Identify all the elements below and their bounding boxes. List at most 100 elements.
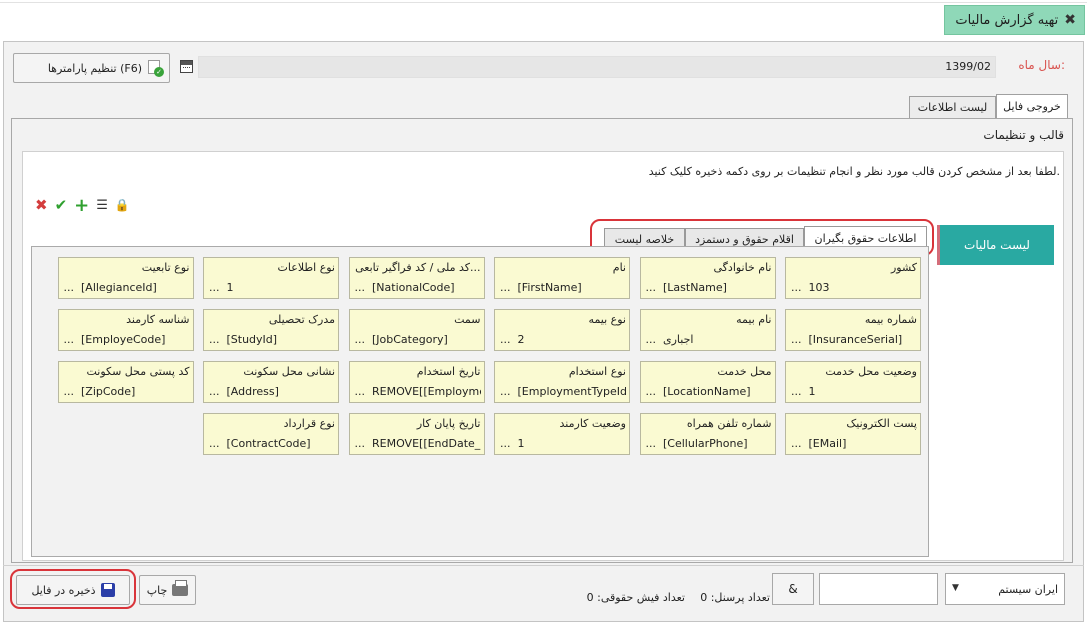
field-card[interactable]: شماره بیمه... [InsuranceSerial] (785, 309, 921, 351)
delete-icon[interactable]: ✖ (35, 196, 48, 214)
field-value-text: [EmploymentTypeId] (517, 385, 627, 398)
field-card[interactable]: شماره تلفن همراه... [CellularPhone] (639, 413, 776, 455)
field-card[interactable]: کد ملی / کد فراگیر تابعی...... [National… (348, 257, 485, 299)
page-tab-title: تهیه گزارش مالیات (955, 12, 1059, 28)
field-card[interactable]: نام بیمه... اجباری (639, 309, 776, 351)
field-value: ... 2 (500, 333, 626, 346)
field-card[interactable]: کد پستی محل سکونت... [ZipCode] (57, 361, 194, 403)
field-card[interactable]: نوع قرارداد... [ContractCode] (203, 413, 339, 455)
field-ellipsis[interactable]: ... (646, 281, 657, 294)
field-value: ... [LocationName] (646, 385, 772, 398)
field-label: نوع تابعیت (141, 261, 190, 274)
check-icon[interactable]: ✔ (55, 196, 68, 214)
field-value-text: REMOVE[[Employme (372, 385, 481, 398)
filter-input[interactable] (819, 573, 938, 605)
field-ellipsis[interactable]: ... (64, 385, 75, 398)
field-value: ... REMOVE[[EndDate_S (355, 437, 481, 450)
field-card[interactable]: تاریخ پایان کار... REMOVE[[EndDate_S (348, 413, 485, 455)
field-ellipsis[interactable]: ... (646, 385, 657, 398)
page-tab-tax-report[interactable]: تهیه گزارش مالیات ✖ (944, 5, 1085, 35)
settings-parameters-button[interactable]: تنظیم پارامترها (F6) ✓ (13, 53, 170, 83)
sidebar-item-tax-list[interactable]: لیست مالیات (937, 225, 1054, 265)
field-ellipsis[interactable]: ... (791, 281, 802, 294)
field-value: ... [JobCategory] (355, 333, 481, 346)
section-title: قالب و تنظیمات (983, 128, 1064, 142)
field-label: نوع قرارداد (283, 417, 335, 430)
field-ellipsis[interactable]: ... (791, 333, 802, 346)
field-card[interactable]: نشانی محل سکونت ... [Address] (203, 361, 339, 403)
field-value-text: [FirstName] (517, 281, 582, 294)
field-value-text: 2 (517, 333, 525, 346)
field-value-text: 1 (226, 281, 234, 294)
field-label: شماره تلفن همراه (686, 417, 772, 430)
field-card[interactable]: نام خانوادگی... [LastName] (639, 257, 776, 299)
field-value-text: 103 (808, 281, 830, 294)
field-ellipsis[interactable]: ... (355, 437, 366, 450)
field-ellipsis[interactable]: ... (646, 437, 657, 450)
field-label: نشانی محل سکونت (243, 365, 335, 378)
field-ellipsis[interactable]: ... (64, 333, 75, 346)
field-card[interactable]: پست الکترونیک... [EMail] (785, 413, 921, 455)
field-card[interactable]: کشور... 103 (785, 257, 921, 299)
calendar-icon[interactable] (180, 60, 193, 73)
field-card[interactable]: مدرک تحصیلی... [StudyId] (203, 309, 339, 351)
field-ellipsis[interactable]: ... (646, 333, 657, 346)
field-value: ... REMOVE[[Employme (355, 385, 481, 398)
field-value-text: REMOVE[[EndDate_S (372, 437, 481, 450)
field-value-text: [JobCategory] (372, 333, 448, 346)
year-month-label: سال ماه: (1018, 58, 1065, 72)
field-value: ... 103 (791, 281, 917, 294)
field-card[interactable]: نوع تابعیت... [AllegianceId] (57, 257, 194, 299)
field-card[interactable]: محل خدمت... [LocationName] (639, 361, 776, 403)
field-label: نام بیمه (736, 313, 772, 326)
field-value: ... [Address] (209, 385, 335, 398)
field-label: کد ملی / کد فراگیر تابعی... (355, 261, 481, 274)
field-ellipsis[interactable]: ... (791, 437, 802, 450)
field-ellipsis[interactable]: ... (791, 385, 802, 398)
print-button[interactable]: چاپ (139, 575, 196, 605)
year-month-field[interactable]: 1399/02 (198, 56, 996, 78)
field-ellipsis[interactable]: ... (500, 281, 511, 294)
field-ellipsis[interactable]: ... (209, 281, 220, 294)
system-select[interactable]: ایران سیستم ▼ (945, 573, 1065, 605)
list-icon[interactable]: ☰ (96, 198, 108, 213)
close-icon[interactable]: ✖ (1064, 12, 1076, 28)
field-value-text: [ContractCode] (226, 437, 311, 450)
field-card[interactable]: نوع اطلاعات... 1 (203, 257, 339, 299)
tab-info-list[interactable]: لیست اطلاعات (909, 96, 996, 118)
field-ellipsis[interactable]: ... (209, 385, 220, 398)
tab-file-output[interactable]: خروجی فایل (996, 94, 1068, 118)
ampersand-button[interactable]: & (772, 573, 814, 605)
field-ellipsis[interactable]: ... (64, 281, 75, 294)
personnel-count: تعداد پرسنل: 0 (700, 591, 770, 604)
field-ellipsis[interactable]: ... (355, 385, 366, 398)
field-value: ... [CellularPhone] (646, 437, 772, 450)
field-value: ... [ZipCode] (64, 385, 190, 398)
field-card[interactable]: شناسه کارمند... [EmployeCode] (57, 309, 194, 351)
field-ellipsis[interactable]: ... (209, 333, 220, 346)
lock-icon[interactable]: 🔒 (115, 198, 130, 212)
field-ellipsis[interactable]: ... (500, 333, 511, 346)
field-value-text: اجباری (663, 333, 694, 346)
field-card[interactable]: نوع بیمه... 2 (494, 309, 630, 351)
field-card[interactable]: وضعیت محل خدمت... 1 (785, 361, 921, 403)
field-ellipsis[interactable]: ... (500, 437, 511, 450)
field-value-text: [EMail] (808, 437, 847, 450)
field-ellipsis[interactable]: ... (355, 333, 366, 346)
field-value-text: [CellularPhone] (663, 437, 748, 450)
chevron-down-icon[interactable]: ▼ (952, 583, 959, 593)
add-icon[interactable]: + (74, 195, 89, 216)
field-value: ... 1 (209, 281, 335, 294)
field-card[interactable]: سمت... [JobCategory] (348, 309, 485, 351)
field-value-text: [LastName] (663, 281, 727, 294)
field-card[interactable]: تاریخ استخدام... REMOVE[[Employme (348, 361, 485, 403)
field-ellipsis[interactable]: ... (500, 385, 511, 398)
field-ellipsis[interactable]: ... (209, 437, 220, 450)
field-card[interactable]: نام... [FirstName] (494, 257, 630, 299)
field-card[interactable]: نوع استخدام... [EmploymentTypeId] (494, 361, 630, 403)
field-card[interactable]: وضعیت کارمند... 1 (494, 413, 630, 455)
settings-parameters-label: تنظیم پارامترها (F6) (47, 61, 142, 75)
field-ellipsis[interactable]: ... (355, 281, 366, 294)
field-value: ... [EmploymentTypeId] (500, 385, 626, 398)
field-value: ... [InsuranceSerial] (791, 333, 917, 346)
